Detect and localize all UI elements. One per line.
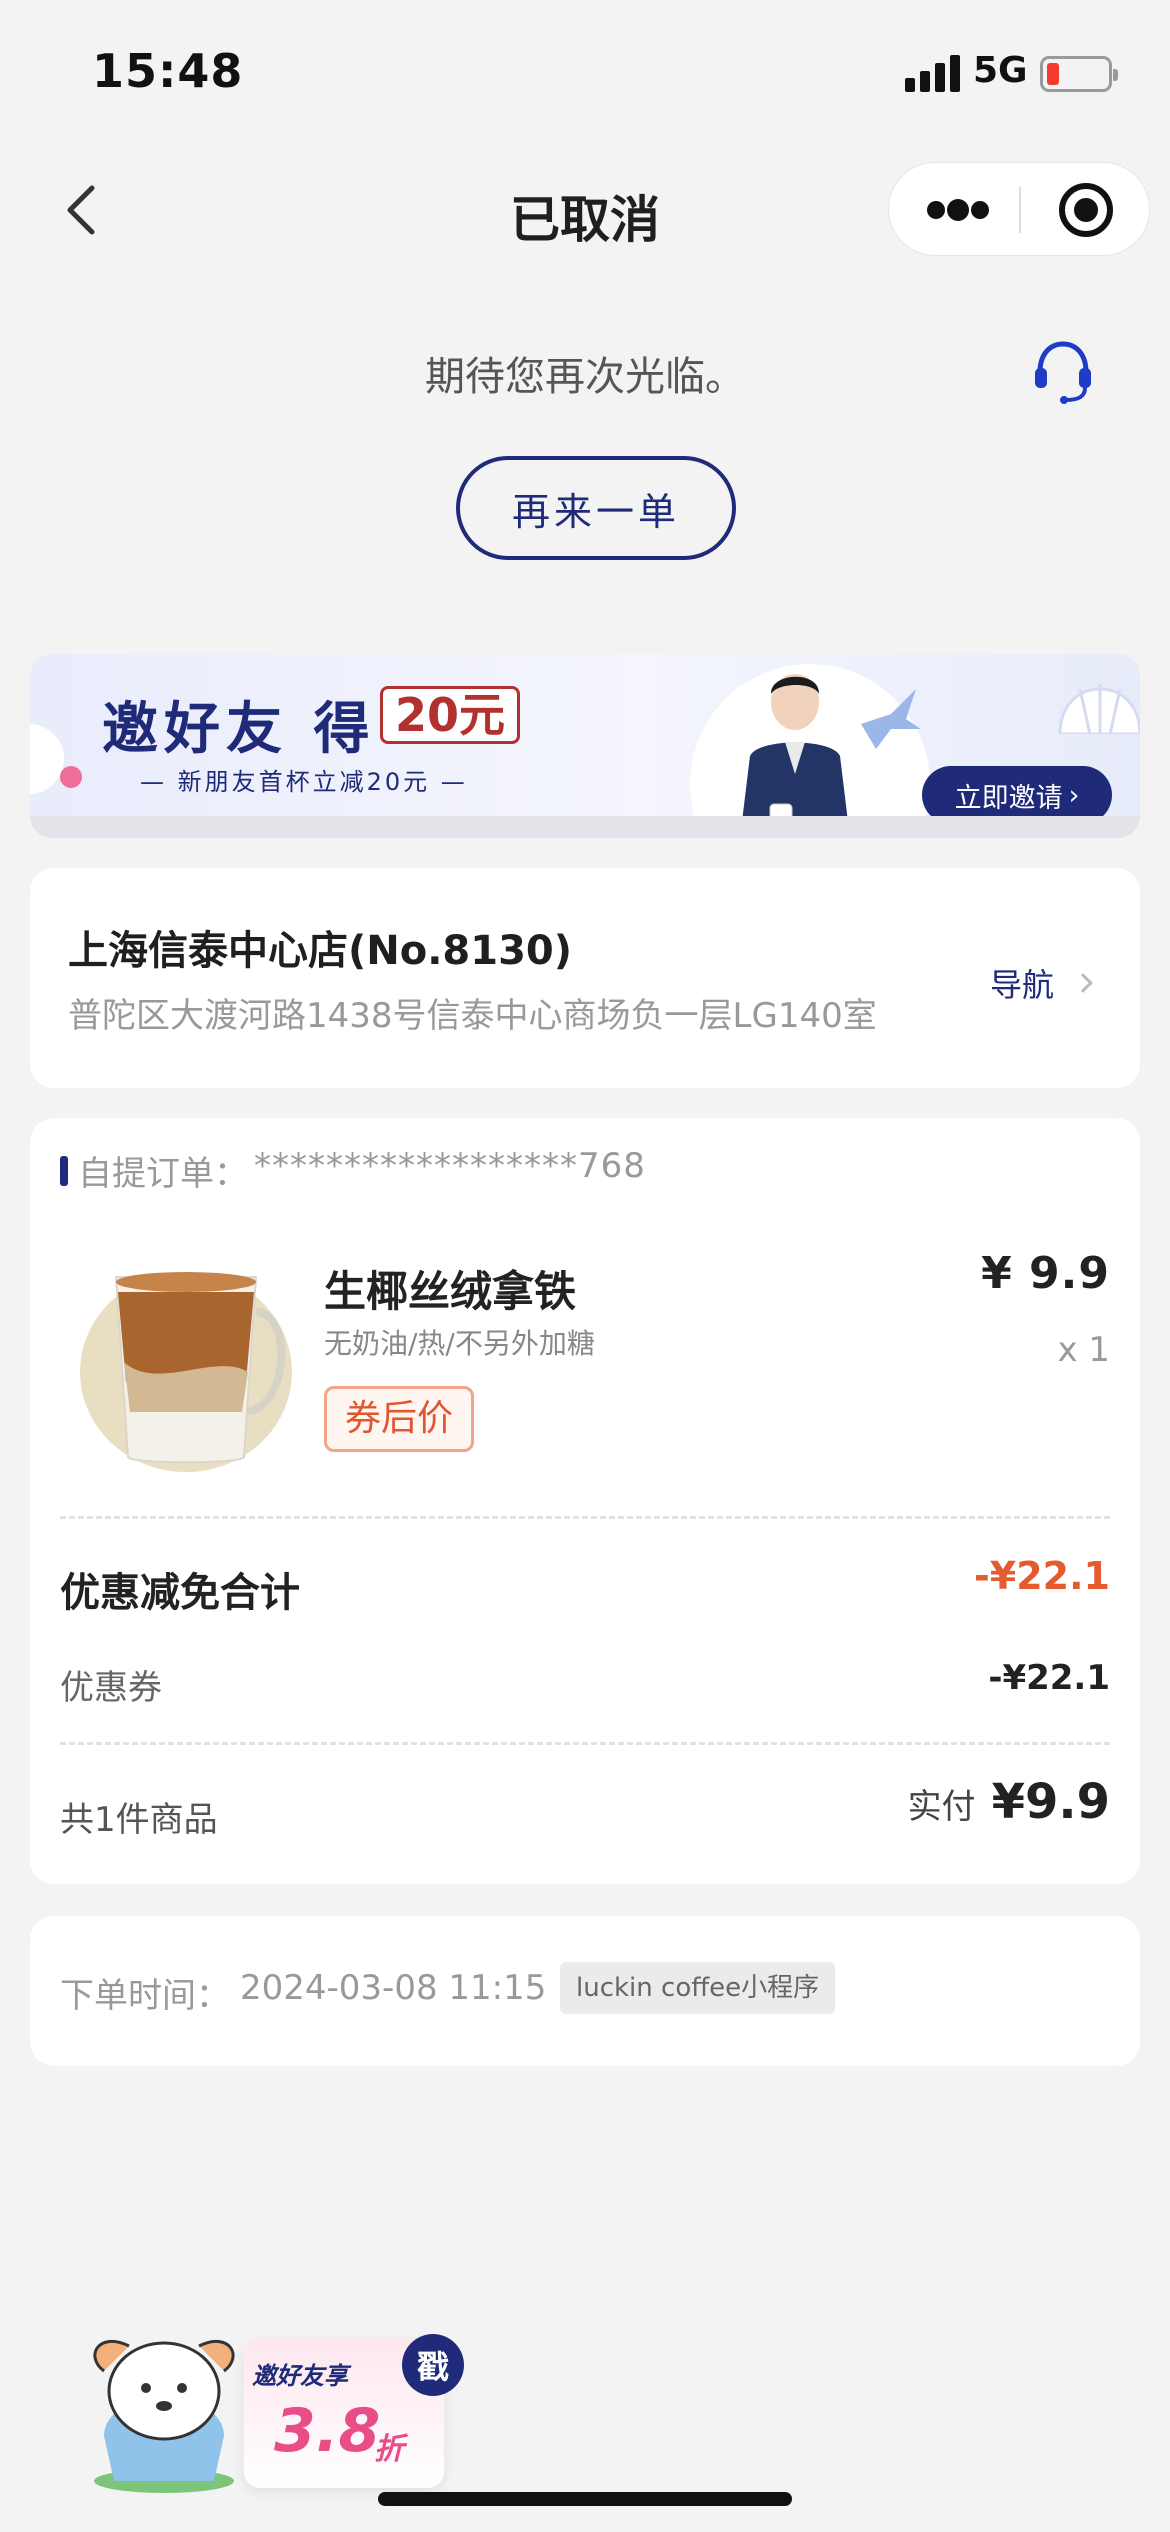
product-quantity: x 1 (1057, 1330, 1110, 1370)
chevron-right-icon (1073, 973, 1093, 993)
battery-icon (1040, 56, 1118, 92)
promo-stamp: 戳 (402, 2334, 464, 2396)
store-card: 上海信泰中心店(No.8130) 普陀区大渡河路1438号信泰中心商场负一层LG… (30, 868, 1140, 1088)
order-channel-badge: luckin coffee小程序 (560, 1962, 836, 2014)
order-time-value: 2024-03-08 11:15 (240, 1968, 547, 2008)
paid-summary: 实付 ¥9.9 (908, 1774, 1110, 1830)
banner-title: 邀好友 得 (102, 697, 376, 762)
coupon-value: -¥22.1 (988, 1658, 1110, 1698)
banner-amount: 20元 (380, 686, 521, 744)
section-indicator (60, 1156, 68, 1186)
spokesperson-image (740, 674, 850, 838)
promo-title: 邀好友享 (252, 2362, 348, 2390)
welcome-message: 期待您再次光临。 (425, 354, 745, 400)
miniprogram-capsule (888, 162, 1150, 256)
navigate-label: 导航 (990, 966, 1055, 1004)
order-card: 自提订单： ******************768 生椰丝绒拿铁 无奶油/热… (30, 1118, 1140, 1884)
item-count: 共1件商品 (60, 1800, 218, 1840)
invite-now-label: 立即邀请 (954, 782, 1063, 814)
capsule-divider (1019, 187, 1021, 233)
paid-label: 实付 (907, 1787, 976, 1827)
banner-dot (60, 766, 82, 788)
divider (60, 1742, 1110, 1745)
product-name: 生椰丝绒拿铁 (324, 1267, 577, 1316)
store-address: 普陀区大渡河路1438号信泰中心商场负一层LG140室 (68, 996, 877, 1036)
coupon-label: 优惠券 (60, 1668, 162, 1708)
order-time-label: 下单时间： (60, 1976, 230, 2016)
product-price: ¥ 9.9 (981, 1248, 1110, 1299)
reorder-button[interactable]: 再来一单 (456, 456, 736, 560)
home-indicator (378, 2492, 792, 2506)
bird-icon (861, 689, 921, 749)
shell-icon (1058, 684, 1140, 734)
chevron-right-icon: › (1068, 779, 1080, 811)
store-name: 上海信泰中心店(No.8130) (68, 928, 573, 974)
navigate-button[interactable]: 导航 (990, 960, 1093, 1006)
banner-decoration (30, 724, 64, 794)
order-number: ******************768 (254, 1146, 646, 1186)
discount-total-label: 优惠减免合计 (60, 1570, 300, 1616)
more-menu-button[interactable] (927, 199, 989, 221)
close-miniprogram-button[interactable] (1059, 183, 1113, 237)
banner-footer (30, 816, 1140, 838)
promo-unit: 折 (374, 2432, 404, 2467)
mascot-icon (93, 2339, 235, 2493)
divider (60, 1516, 1110, 1519)
banner-subtitle: — 新朋友首杯立减20元 — (140, 768, 468, 796)
promo-discount: 3.8 (274, 2396, 381, 2466)
coupon-price-tag: 券后价 (324, 1386, 475, 1452)
customer-service-icon[interactable] (1032, 338, 1094, 406)
status-time: 15:48 (92, 44, 244, 98)
order-meta-card: 下单时间： 2024-03-08 11:15 luckin coffee小程序 (30, 1916, 1140, 2066)
network-type: 5G (973, 50, 1028, 91)
order-type-label: 自提订单： (78, 1154, 248, 1194)
discount-total-value: -¥22.1 (974, 1554, 1110, 1598)
product-image (80, 1272, 292, 1472)
product-spec: 无奶油/热/不另外加糖 (324, 1327, 595, 1360)
paid-value: ¥9.9 (991, 1774, 1110, 1830)
cellular-signal-icon (905, 54, 961, 92)
floating-promo[interactable]: 邀好友享 3.8 折 戳 (74, 2316, 474, 2496)
invite-banner[interactable]: 邀好友 得 20元 — 新朋友首杯立减20元 — 立即邀请 › (30, 654, 1140, 838)
